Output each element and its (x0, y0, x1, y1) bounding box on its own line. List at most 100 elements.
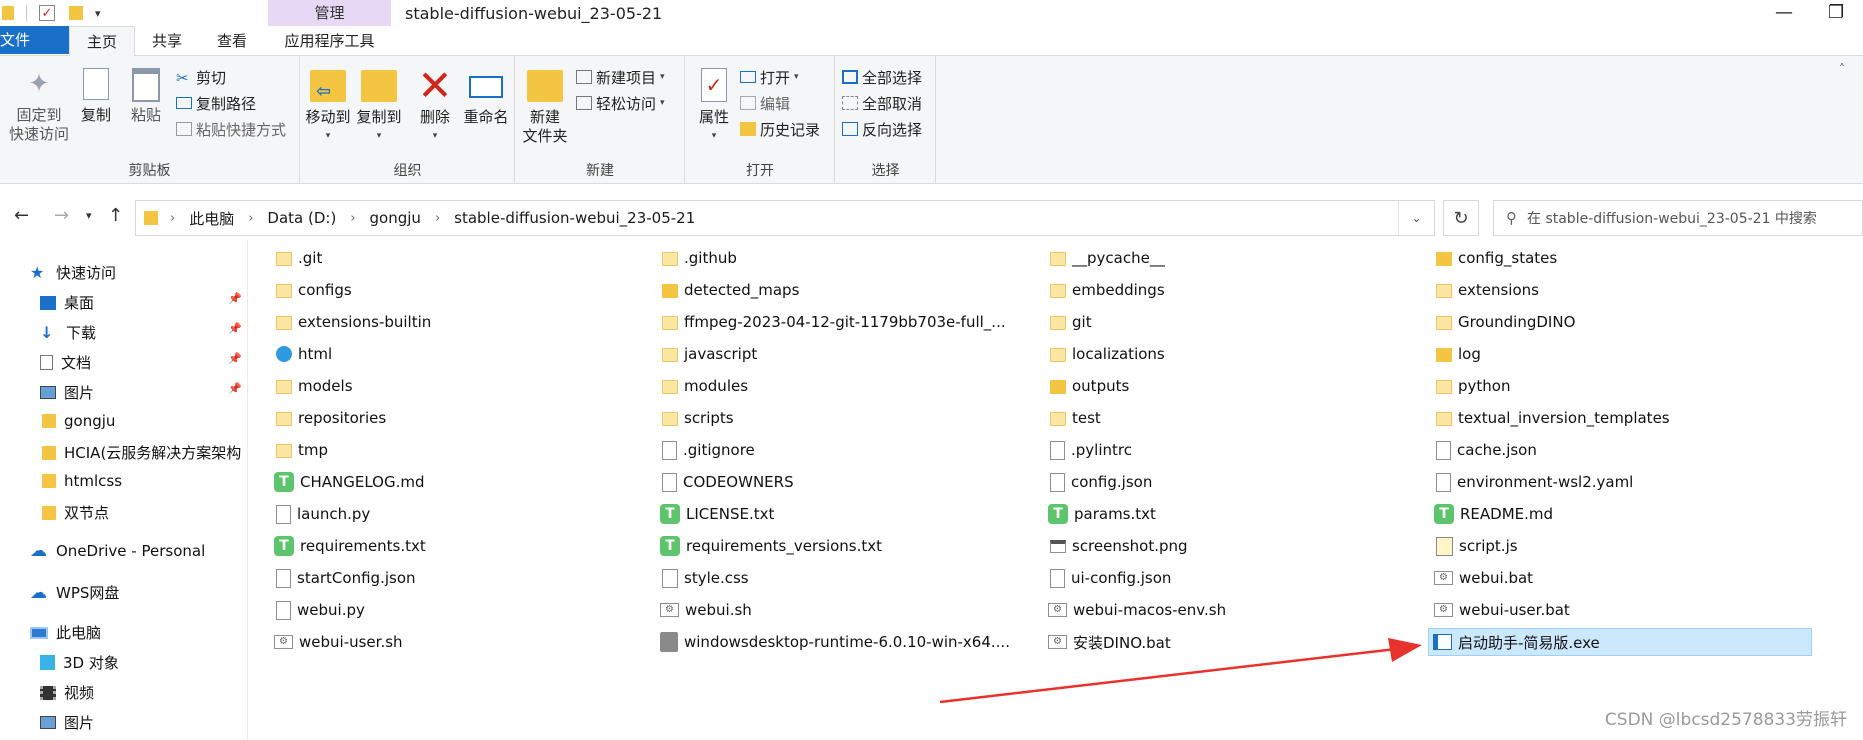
breadcrumb-chevron-icon[interactable]: › (248, 211, 253, 226)
list-item[interactable]: log (1436, 340, 1481, 368)
list-item[interactable]: outputs (1050, 372, 1129, 400)
list-item[interactable]: cache.json (1436, 436, 1537, 464)
back-arrow-icon[interactable]: ← (14, 205, 29, 226)
list-item[interactable]: configs (276, 276, 352, 304)
list-item[interactable]: CODEOWNERS (662, 468, 794, 496)
list-item[interactable]: localizations (1050, 340, 1165, 368)
list-item[interactable]: config.json (1050, 468, 1152, 496)
invert-selection-button[interactable]: 反向选择 (842, 118, 922, 140)
list-item[interactable]: screenshot.png (1050, 532, 1188, 560)
up-arrow-icon[interactable]: ↑ (108, 205, 123, 226)
new-folder-quick-icon[interactable] (69, 6, 83, 20)
nav-3d-objects[interactable]: 3D 对象 (40, 652, 119, 673)
nav-downloads[interactable]: ↓ 下载 (40, 322, 96, 343)
list-item[interactable]: javascript (662, 340, 757, 368)
address-history-chevron-icon[interactable]: ⌄ (1398, 201, 1434, 235)
cut-button[interactable]: ✂ 剪切 (176, 66, 226, 88)
list-item[interactable]: startConfig.json (276, 564, 416, 592)
tab-file[interactable]: 文件 (0, 26, 69, 54)
list-item[interactable]: embeddings (1050, 276, 1165, 304)
rename-button[interactable]: 重命名 (461, 66, 511, 127)
list-item[interactable]: tmp (276, 436, 328, 464)
list-item[interactable]: models (276, 372, 353, 400)
tab-view[interactable]: 查看 (200, 26, 264, 56)
tab-home[interactable]: 主页 (69, 26, 135, 57)
nav-onedrive[interactable]: ☁ OneDrive - Personal (30, 542, 205, 560)
properties-button[interactable]: ✓ 属性 ▾ (694, 66, 734, 146)
list-item[interactable]: config_states (1436, 244, 1557, 272)
copy-button[interactable]: 复制 (76, 66, 116, 125)
nav-festival[interactable]: 双节点 (42, 502, 109, 523)
restore-button[interactable]: ❐ (1828, 2, 1844, 23)
list-item[interactable]: ⚙ webui-user.sh (274, 628, 403, 656)
list-item[interactable]: python (1436, 372, 1510, 400)
tab-manage[interactable]: 管理 (268, 0, 391, 26)
list-item[interactable]: .git (276, 244, 322, 272)
nav-wps[interactable]: ☁ WPS网盘 (30, 582, 119, 603)
forward-arrow-icon[interactable]: → (54, 205, 69, 226)
select-none-button[interactable]: 全部取消 (842, 92, 922, 114)
list-item[interactable]: html (276, 340, 332, 368)
list-item[interactable]: extensions (1436, 276, 1539, 304)
tab-share[interactable]: 共享 (137, 26, 197, 56)
history-button[interactable]: 历史记录 (740, 118, 820, 140)
list-item-selected[interactable]: 启动助手-简易版.exe (1428, 628, 1812, 656)
address-bar[interactable]: › 此电脑 › Data (D:) › gongju › stable-diff… (135, 200, 1435, 236)
copy-to-button[interactable]: 复制到 ▾ (355, 66, 403, 146)
breadcrumb-drive[interactable]: Data (D:) (267, 209, 336, 227)
list-item[interactable]: ui-config.json (1050, 564, 1171, 592)
list-item[interactable]: repositories (276, 404, 386, 432)
list-item[interactable]: launch.py (276, 500, 370, 528)
refresh-icon[interactable]: ↻ (1443, 200, 1479, 236)
search-input[interactable]: ⚲ 在 stable-diffusion-webui_23-05-21 中搜索 (1493, 200, 1863, 236)
breadcrumb-chevron-icon[interactable]: › (435, 211, 440, 226)
nav-desktop[interactable]: 桌面 (40, 292, 94, 313)
nav-htmlcss[interactable]: htmlcss (42, 472, 122, 490)
list-item[interactable]: Tparams.txt (1048, 500, 1156, 528)
properties-quick-icon[interactable]: ✓ (39, 5, 55, 21)
list-item[interactable]: Trequirements_versions.txt (660, 532, 882, 560)
list-item[interactable]: ⚙ webui.bat (1434, 564, 1533, 592)
list-item[interactable]: test (1050, 404, 1101, 432)
list-item[interactable]: git (1050, 308, 1092, 336)
customize-toolbar-chevron-icon[interactable]: ▾ (95, 7, 101, 20)
list-item[interactable]: T README.md (1434, 500, 1553, 528)
edit-button[interactable]: 编辑 (740, 92, 790, 114)
move-to-button[interactable]: ⇦ 移动到 ▾ (305, 66, 351, 146)
list-item[interactable]: T CHANGELOG.md (274, 468, 425, 496)
list-item[interactable]: detected_maps (662, 276, 799, 304)
breadcrumb-gongju[interactable]: gongju (370, 209, 421, 227)
list-item[interactable]: .github (662, 244, 737, 272)
breadcrumb-this-pc[interactable]: 此电脑 (189, 208, 234, 229)
list-item[interactable]: __pycache__ (1050, 244, 1165, 272)
nav-hcia[interactable]: HCIA(云服务解决方案架构 (42, 442, 248, 463)
list-item[interactable]: ⚙ webui-user.bat (1434, 596, 1570, 624)
nav-videos[interactable]: 视频 (40, 682, 94, 703)
list-item[interactable]: modules (662, 372, 748, 400)
list-item[interactable]: extensions-builtin (276, 308, 431, 336)
easy-access-button[interactable]: 轻松访问 ▾ (576, 92, 665, 114)
breadcrumb-chevron-icon[interactable]: › (170, 211, 175, 226)
list-item[interactable]: .gitignore (662, 436, 755, 464)
nav-this-pc[interactable]: 此电脑 (30, 622, 101, 643)
list-item[interactable]: textual_inversion_templates (1436, 404, 1670, 432)
list-item[interactable]: ⚙ webui-macos-env.sh (1048, 596, 1226, 624)
paste-shortcut-button[interactable]: 粘贴快捷方式 (176, 118, 286, 140)
list-item[interactable]: webui.py (276, 596, 365, 624)
list-item[interactable]: script.js (1436, 532, 1518, 560)
list-item[interactable]: Trequirements.txt (274, 532, 426, 560)
list-item[interactable]: scripts (662, 404, 734, 432)
breadcrumb-current-folder[interactable]: stable-diffusion-webui_23-05-21 (454, 209, 695, 227)
delete-button[interactable]: ✕ 删除 ▾ (415, 65, 455, 146)
list-item[interactable]: T LICENSE.txt (660, 500, 774, 528)
tab-app-tools[interactable]: 应用程序工具 (268, 26, 391, 56)
list-item[interactable]: .pylintrc (1050, 436, 1132, 464)
open-button[interactable]: 打开 ▾ (740, 66, 799, 88)
nav-documents[interactable]: 文档 (40, 352, 91, 373)
breadcrumb-chevron-icon[interactable]: › (350, 211, 355, 226)
list-item[interactable]: ffmpeg-2023-04-12-git-1179bb703e-full_..… (662, 308, 1006, 336)
copy-path-button[interactable]: 复制路径 (176, 92, 256, 114)
nav-quick-access[interactable]: ★ 快速访问 (30, 262, 116, 283)
list-item[interactable]: ⚙ webui.sh (660, 596, 752, 624)
ribbon-collapse-chevron-icon[interactable]: ˄ (1839, 62, 1845, 76)
